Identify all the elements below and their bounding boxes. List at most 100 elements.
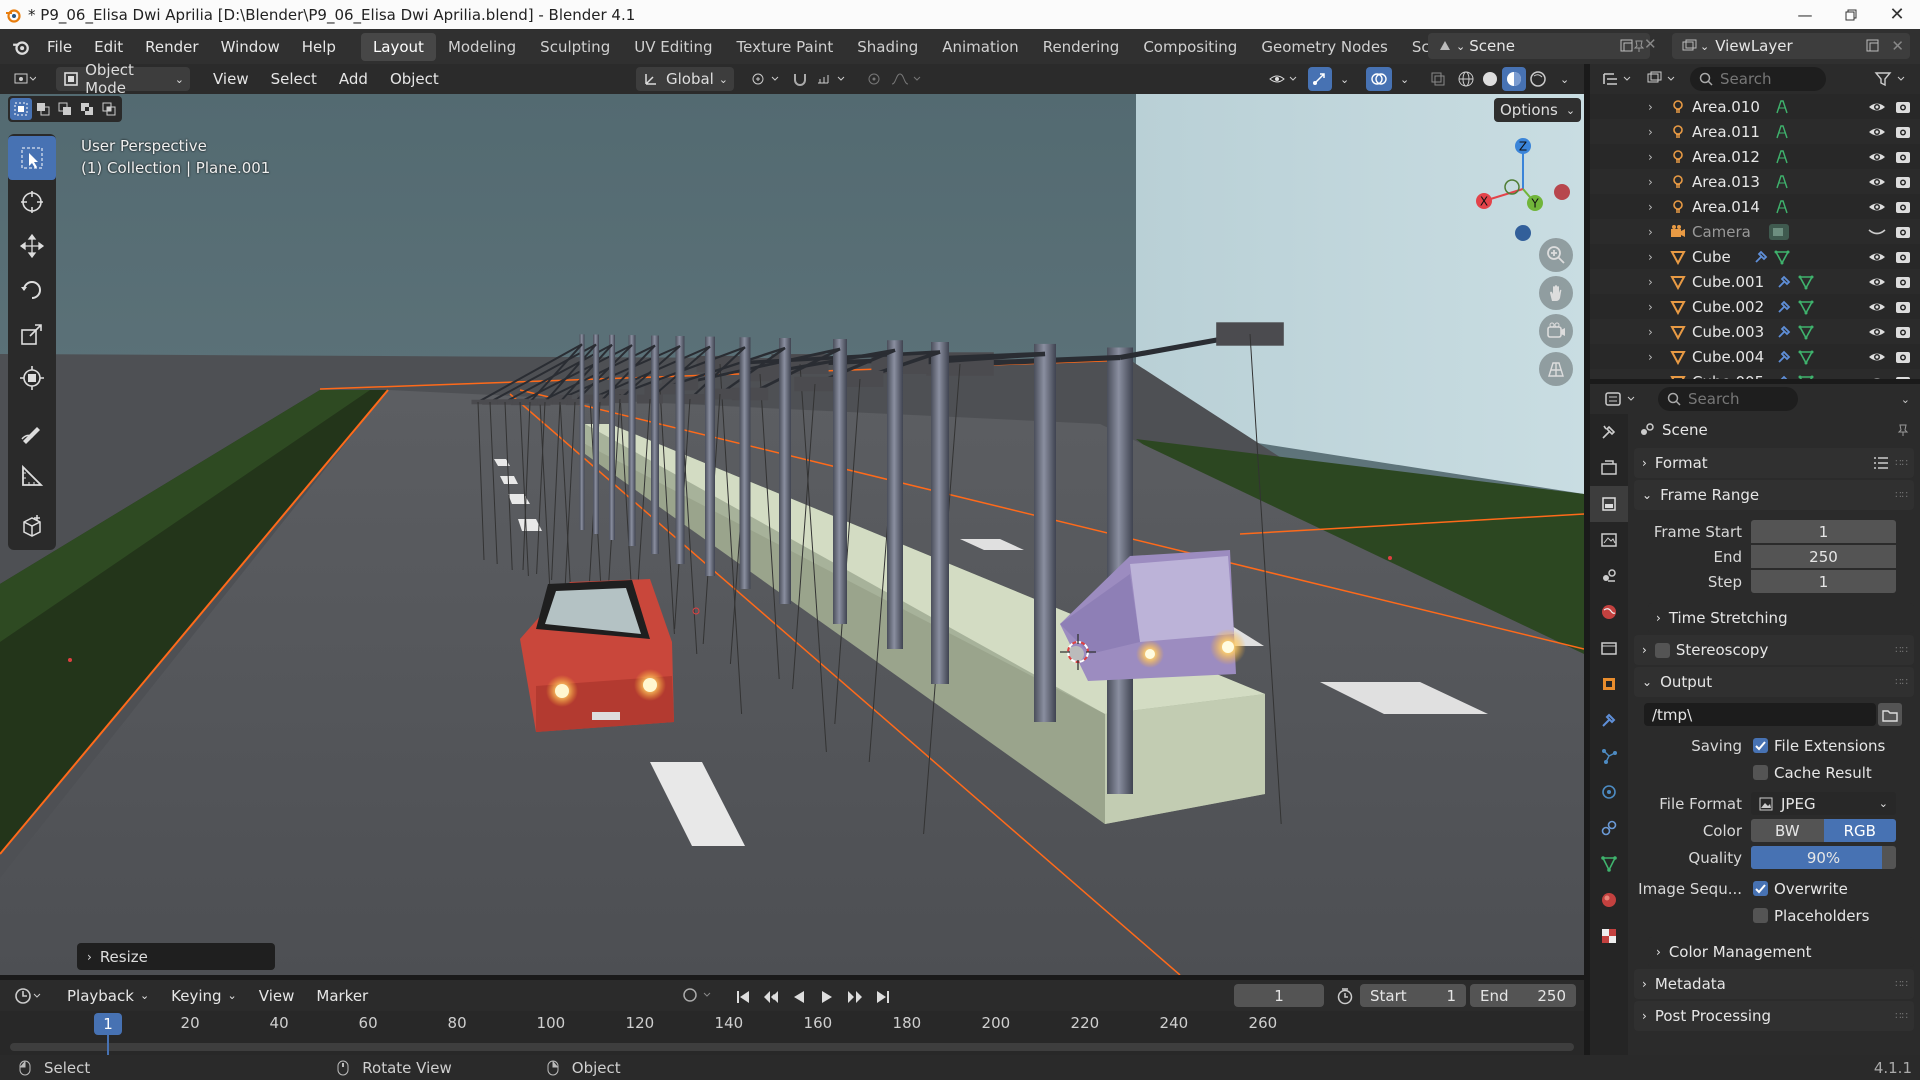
drag-handle-icon[interactable]: ∷∷	[1895, 645, 1908, 656]
timeline-editor-type[interactable]	[8, 984, 52, 1008]
select-new-icon[interactable]	[10, 98, 32, 120]
placeholders-checkbox[interactable]	[1753, 908, 1768, 923]
drag-handle-icon[interactable]: ∷∷	[1895, 1011, 1908, 1022]
expand-arrow-icon[interactable]: ›	[1648, 175, 1653, 189]
modifier-wrench-icon[interactable]	[1773, 296, 1795, 318]
file-extensions-option[interactable]: File Extensions	[1753, 737, 1885, 755]
outliner-search[interactable]: Search	[1690, 67, 1826, 91]
properties-editor-type[interactable]	[1598, 387, 1644, 411]
expand-arrow-icon[interactable]: ›	[1648, 250, 1653, 264]
orientation-selector[interactable]: Global ⌄	[636, 67, 734, 91]
modifier-wrench-icon[interactable]	[1773, 271, 1795, 293]
time-stretching-subpanel[interactable]: › Time Stretching	[1648, 603, 1914, 633]
workspace-tab-texture-paint[interactable]: Texture Paint	[724, 33, 845, 61]
cache-result-option[interactable]: Cache Result	[1753, 764, 1872, 782]
output-panel-header[interactable]: ⌄ Output ∷∷	[1634, 667, 1914, 697]
render-camera-icon[interactable]	[1892, 196, 1914, 218]
modifier-wrench-icon[interactable]	[1773, 321, 1795, 343]
workspace-tab-sculpting[interactable]: Sculpting	[528, 33, 622, 61]
pan-hand-icon[interactable]	[1539, 276, 1573, 310]
outliner-item[interactable]: ›Cube.005	[1590, 369, 1920, 379]
viewport-menu-select[interactable]: Select	[260, 66, 328, 93]
menu-edit[interactable]: Edit	[83, 33, 134, 60]
display-mode-selector[interactable]	[1640, 67, 1684, 91]
eye-icon[interactable]	[1866, 246, 1888, 268]
select-invert-icon[interactable]	[76, 98, 98, 120]
modifier-wrench-icon[interactable]	[1773, 346, 1795, 368]
timeline-menu-playback[interactable]: Playback ⌄	[56, 982, 160, 1009]
timeline-menu-keying[interactable]: Keying ⌄	[160, 982, 248, 1009]
material-tab-icon[interactable]	[1590, 882, 1628, 918]
light-data-icon[interactable]	[1771, 146, 1793, 168]
pivot-selector[interactable]	[744, 67, 788, 91]
eye-icon[interactable]	[1866, 321, 1888, 343]
render-camera-icon[interactable]	[1892, 321, 1914, 343]
cursor-tool[interactable]	[8, 180, 56, 224]
filter-dropdown[interactable]	[1868, 67, 1914, 91]
mesh-data-icon[interactable]	[1795, 321, 1817, 343]
eye-icon[interactable]	[1866, 96, 1888, 118]
eye-icon[interactable]	[1866, 196, 1888, 218]
collection-tab-icon[interactable]	[1590, 630, 1628, 666]
light-data-icon[interactable]	[1771, 196, 1793, 218]
navigation-gizmo[interactable]: Z X Y	[1470, 134, 1580, 244]
jump-start-icon[interactable]	[732, 986, 754, 1008]
gizmo-dropdown[interactable]: ⌄	[1334, 67, 1355, 91]
viewlayer-selector[interactable]: ⌄ ViewLayer ✕	[1672, 33, 1910, 59]
color-bw-option[interactable]: BW	[1751, 819, 1824, 842]
folder-browse-icon[interactable]	[1878, 703, 1902, 726]
outliner-item[interactable]: › Area.010	[1590, 94, 1920, 119]
delete-viewlayer-icon[interactable]: ✕	[1891, 37, 1904, 55]
new-viewlayer-icon[interactable]	[1862, 35, 1884, 57]
scene-tab-icon[interactable]	[1590, 558, 1628, 594]
jump-end-icon[interactable]	[872, 986, 894, 1008]
output-path-field[interactable]: /tmp\	[1644, 703, 1876, 726]
outliner-item[interactable]: › Cube.003	[1590, 319, 1920, 344]
menu-file[interactable]: File	[36, 33, 83, 60]
timeline-scrollbar[interactable]	[10, 1043, 1574, 1051]
shading-wireframe[interactable]	[1454, 67, 1478, 91]
xray-toggle[interactable]	[1424, 67, 1452, 91]
presets-list-icon[interactable]	[1870, 452, 1892, 474]
data-tab-icon[interactable]	[1590, 846, 1628, 882]
shading-dropdown[interactable]: ⌄	[1554, 67, 1575, 91]
restore-button[interactable]	[1828, 0, 1874, 29]
modifier-wrench-icon[interactable]	[1750, 246, 1772, 268]
quality-slider[interactable]: 90%	[1751, 846, 1896, 869]
outliner-item[interactable]: › Camera	[1590, 219, 1920, 244]
outliner-item[interactable]: › Area.012	[1590, 144, 1920, 169]
render-camera-icon[interactable]	[1892, 371, 1914, 379]
viewport-menu-object[interactable]: Object	[379, 66, 450, 93]
timeline-menu-marker[interactable]: Marker	[305, 982, 379, 1009]
outliner-item[interactable]: › Area.011	[1590, 119, 1920, 144]
viewport-menu-view[interactable]: View	[202, 66, 260, 93]
outliner-item[interactable]: › Area.013	[1590, 169, 1920, 194]
menu-help[interactable]: Help	[291, 33, 347, 60]
scale-tool[interactable]	[8, 312, 56, 356]
menu-window[interactable]: Window	[210, 33, 291, 60]
eye-icon[interactable]	[1866, 146, 1888, 168]
blender-menu-icon[interactable]	[10, 36, 32, 58]
drag-handle-icon[interactable]: ∷∷	[1895, 490, 1908, 501]
mesh-data-icon[interactable]	[1795, 371, 1817, 379]
delete-scene-icon[interactable]: ✕	[1644, 35, 1657, 53]
select-subtract-icon[interactable]	[54, 98, 76, 120]
outliner-item[interactable]: › Area.014	[1590, 194, 1920, 219]
light-data-icon[interactable]	[1771, 121, 1793, 143]
preview-range-icon[interactable]	[1334, 985, 1356, 1007]
select-box-tool[interactable]	[8, 136, 56, 180]
frame-end-field[interactable]: 250	[1751, 545, 1896, 568]
workspace-tab-geometry-nodes[interactable]: Geometry Nodes	[1249, 33, 1400, 61]
gizmo-toggle[interactable]	[1308, 67, 1332, 91]
metadata-panel-header[interactable]: › Metadata ∷∷	[1634, 969, 1914, 999]
current-frame-field[interactable]: 1	[1234, 984, 1324, 1007]
outliner-editor-type[interactable]	[1596, 67, 1640, 91]
shading-material[interactable]	[1502, 67, 1526, 91]
light-data-icon[interactable]	[1771, 96, 1793, 118]
falloff-selector[interactable]	[884, 67, 932, 91]
drag-handle-icon[interactable]: ∷∷	[1895, 677, 1908, 688]
expand-arrow-icon[interactable]: ›	[1648, 325, 1653, 339]
prev-keyframe-icon[interactable]	[760, 986, 782, 1008]
expand-arrow-icon[interactable]: ›	[1648, 125, 1653, 139]
outliner-tree[interactable]: › Area.010 › Area.011 › Area.012 › Area.013 › Are…	[1590, 94, 1920, 379]
